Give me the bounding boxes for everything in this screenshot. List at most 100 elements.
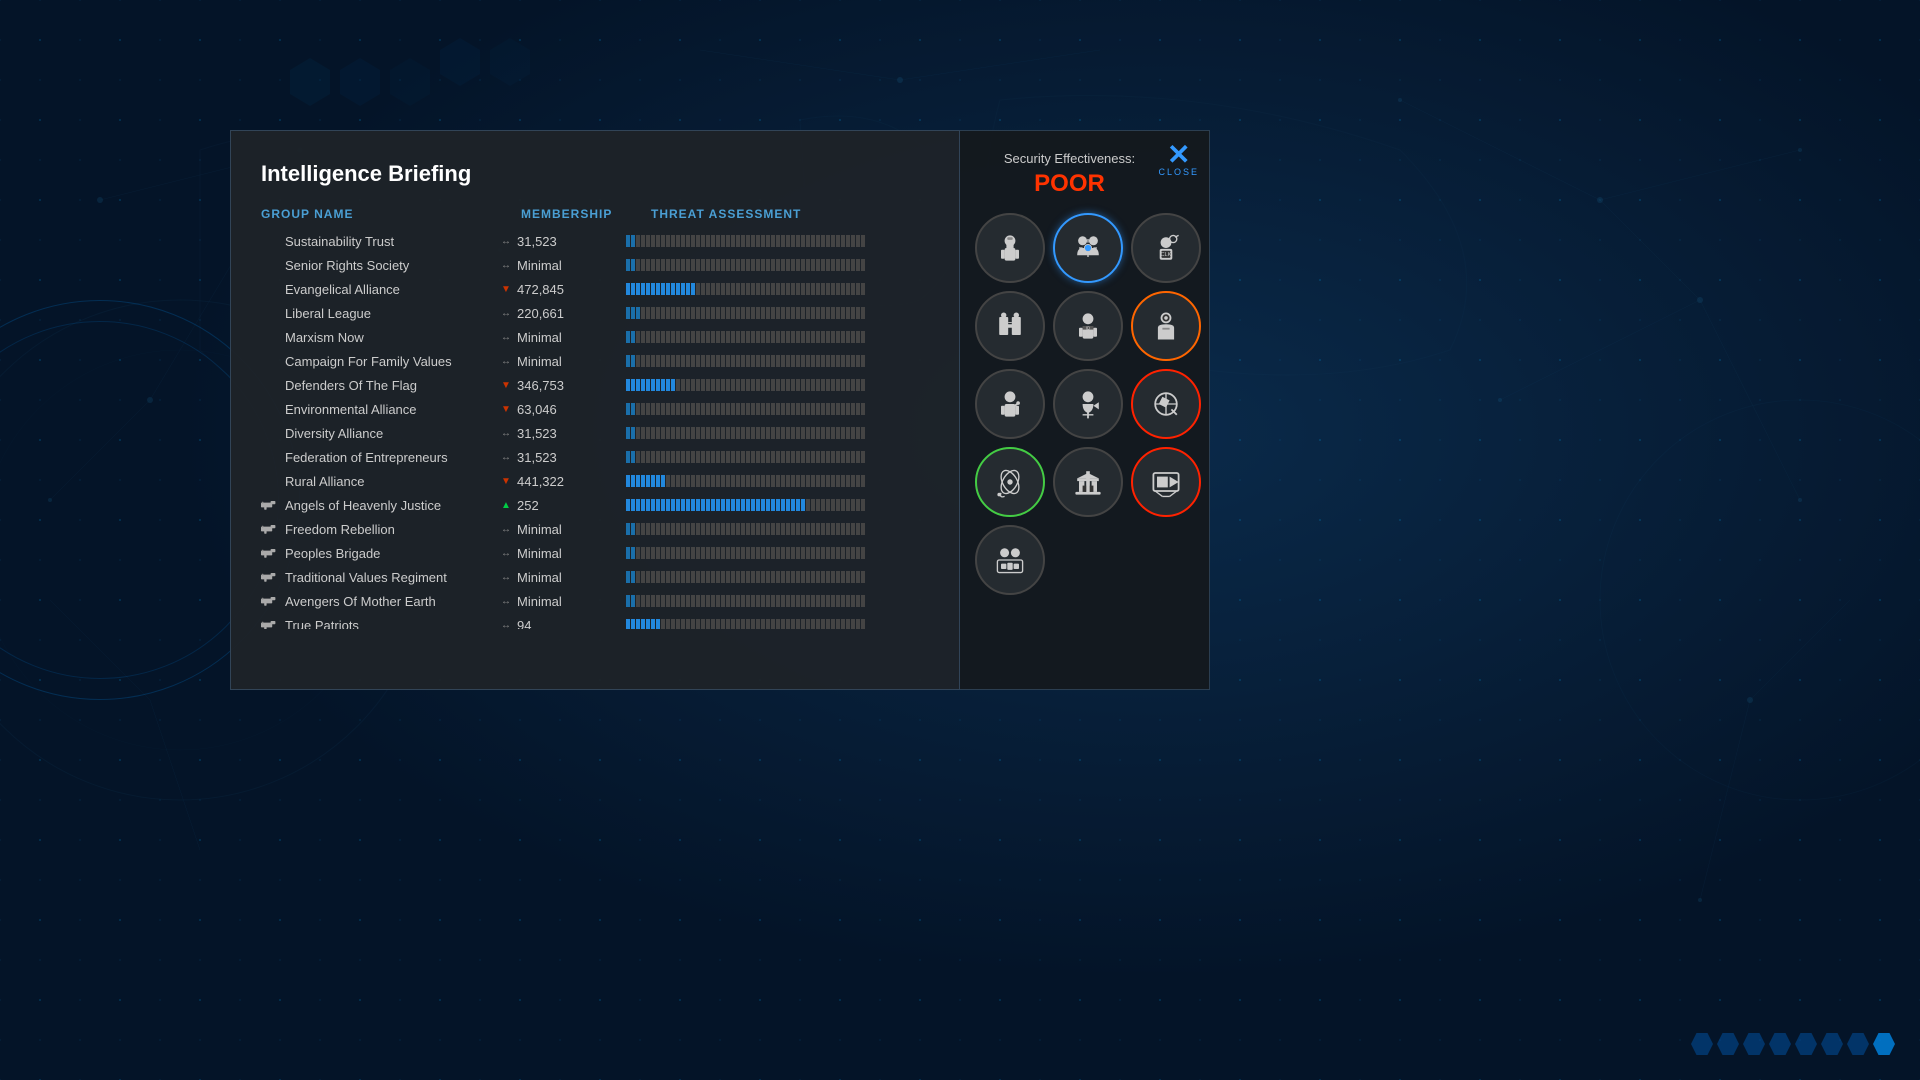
threat-segment	[846, 619, 850, 629]
threat-segment	[696, 523, 700, 535]
threat-segment	[636, 571, 640, 583]
threat-segment	[656, 619, 660, 629]
threat-segment	[661, 427, 665, 439]
membership-cell: ↔Minimal	[491, 570, 621, 585]
threat-segment	[836, 331, 840, 343]
threat-segment	[861, 403, 865, 415]
threat-segment	[791, 307, 795, 319]
trend-flat-icon: ↔	[501, 332, 511, 343]
threat-segment	[781, 595, 785, 607]
threat-segment	[686, 571, 690, 583]
threat-segment	[826, 451, 830, 463]
threat-segment	[756, 307, 760, 319]
security-icon-operations[interactable]	[975, 525, 1045, 595]
threat-segment	[646, 619, 650, 629]
gun-icon	[261, 497, 277, 513]
threat-segment	[636, 307, 640, 319]
table-row[interactable]: Federation of Entrepreneurs↔31,523	[231, 445, 959, 469]
table-row[interactable]: Diversity Alliance↔31,523	[231, 421, 959, 445]
threat-segment	[646, 355, 650, 367]
table-row[interactable]: Liberal League↔220,661	[231, 301, 959, 325]
threat-segment	[806, 379, 810, 391]
threat-segment	[766, 619, 770, 629]
table-row[interactable]: Angels of Heavenly Justice▲252	[231, 493, 959, 517]
threat-segment	[666, 475, 670, 487]
threat-bar	[626, 377, 856, 393]
security-icon-judiciary[interactable]	[1053, 447, 1123, 517]
threat-segment	[826, 331, 830, 343]
threat-segment	[716, 595, 720, 607]
close-button[interactable]: ✕ CLOSE	[1158, 141, 1199, 177]
table-row[interactable]: Environmental Alliance▼63,046	[231, 397, 959, 421]
group-name-text: Senior Rights Society	[285, 258, 409, 273]
threat-segment	[731, 547, 735, 559]
threat-segment	[761, 403, 765, 415]
threat-segment	[826, 235, 830, 247]
threat-segment	[806, 595, 810, 607]
threat-segment	[731, 403, 735, 415]
threat-segment	[761, 259, 765, 271]
security-icon-police[interactable]	[975, 213, 1045, 283]
threat-segment	[781, 355, 785, 367]
briefing-title: Intelligence Briefing	[231, 161, 959, 207]
table-row[interactable]: Marxism Now↔Minimal	[231, 325, 959, 349]
threat-cell	[621, 305, 929, 321]
threat-segment	[701, 619, 705, 629]
threat-bar	[626, 257, 856, 273]
table-row[interactable]: Evangelical Alliance▼472,845	[231, 277, 959, 301]
table-row[interactable]: Campaign For Family Values↔Minimal	[231, 349, 959, 373]
threat-segment	[826, 499, 830, 511]
security-icon-security-person[interactable]	[1131, 291, 1201, 361]
threat-segment	[796, 475, 800, 487]
threat-segment	[811, 259, 815, 271]
security-icon-counter-ops[interactable]	[1131, 369, 1201, 439]
threat-segment	[681, 523, 685, 535]
threat-segment	[696, 475, 700, 487]
table-row[interactable]: Senior Rights Society↔Minimal	[231, 253, 959, 277]
table-row[interactable]: Sustainability Trust↔31,523	[231, 229, 959, 253]
security-icon-agent[interactable]	[975, 369, 1045, 439]
surveillance-icon: CLK	[1148, 230, 1184, 266]
table-row[interactable]: Defenders Of The Flag▼346,753	[231, 373, 959, 397]
security-icon-sabotage[interactable]	[975, 447, 1045, 517]
threat-segment	[841, 331, 845, 343]
security-icon-border[interactable]	[975, 291, 1045, 361]
threat-segment	[716, 355, 720, 367]
threat-segment	[851, 571, 855, 583]
threat-segment	[826, 307, 830, 319]
security-icon-surveillance[interactable]: CLK	[1131, 213, 1201, 283]
threat-segment	[816, 619, 820, 629]
table-row[interactable]: Peoples Brigade↔Minimal	[231, 541, 959, 565]
threat-segment	[736, 379, 740, 391]
threat-segment	[851, 499, 855, 511]
membership-cell: ↔Minimal	[491, 330, 621, 345]
table-row[interactable]: Traditional Values Regiment↔Minimal	[231, 565, 959, 589]
table-row[interactable]: Avengers Of Mother Earth↔Minimal	[231, 589, 959, 613]
table-row[interactable]: True Patriots↔94	[231, 613, 959, 629]
security-icon-target-group[interactable]	[1053, 213, 1123, 283]
security-icon-infiltrate[interactable]	[1053, 369, 1123, 439]
threat-segment	[706, 547, 710, 559]
security-icon-media[interactable]	[1131, 447, 1201, 517]
threat-segment	[691, 403, 695, 415]
threat-segment	[801, 331, 805, 343]
threat-segment	[771, 451, 775, 463]
security-icon-grid: CLK	[975, 213, 1194, 517]
police-icon	[992, 230, 1028, 266]
threat-segment	[711, 379, 715, 391]
threat-segment	[746, 427, 750, 439]
threat-segment	[666, 523, 670, 535]
threat-segment	[706, 427, 710, 439]
threat-segment	[731, 307, 735, 319]
table-row[interactable]: Freedom Rebellion↔Minimal	[231, 517, 959, 541]
table-row[interactable]: Rural Alliance▼441,322	[231, 469, 959, 493]
threat-segment	[806, 427, 810, 439]
threat-segment	[626, 547, 630, 559]
threat-segment	[696, 619, 700, 629]
threat-segment	[846, 379, 850, 391]
threat-segment	[696, 235, 700, 247]
threat-segment	[826, 283, 830, 295]
security-icon-intelligence[interactable]: ID	[1053, 291, 1123, 361]
threat-segment	[731, 475, 735, 487]
threat-segment	[666, 355, 670, 367]
